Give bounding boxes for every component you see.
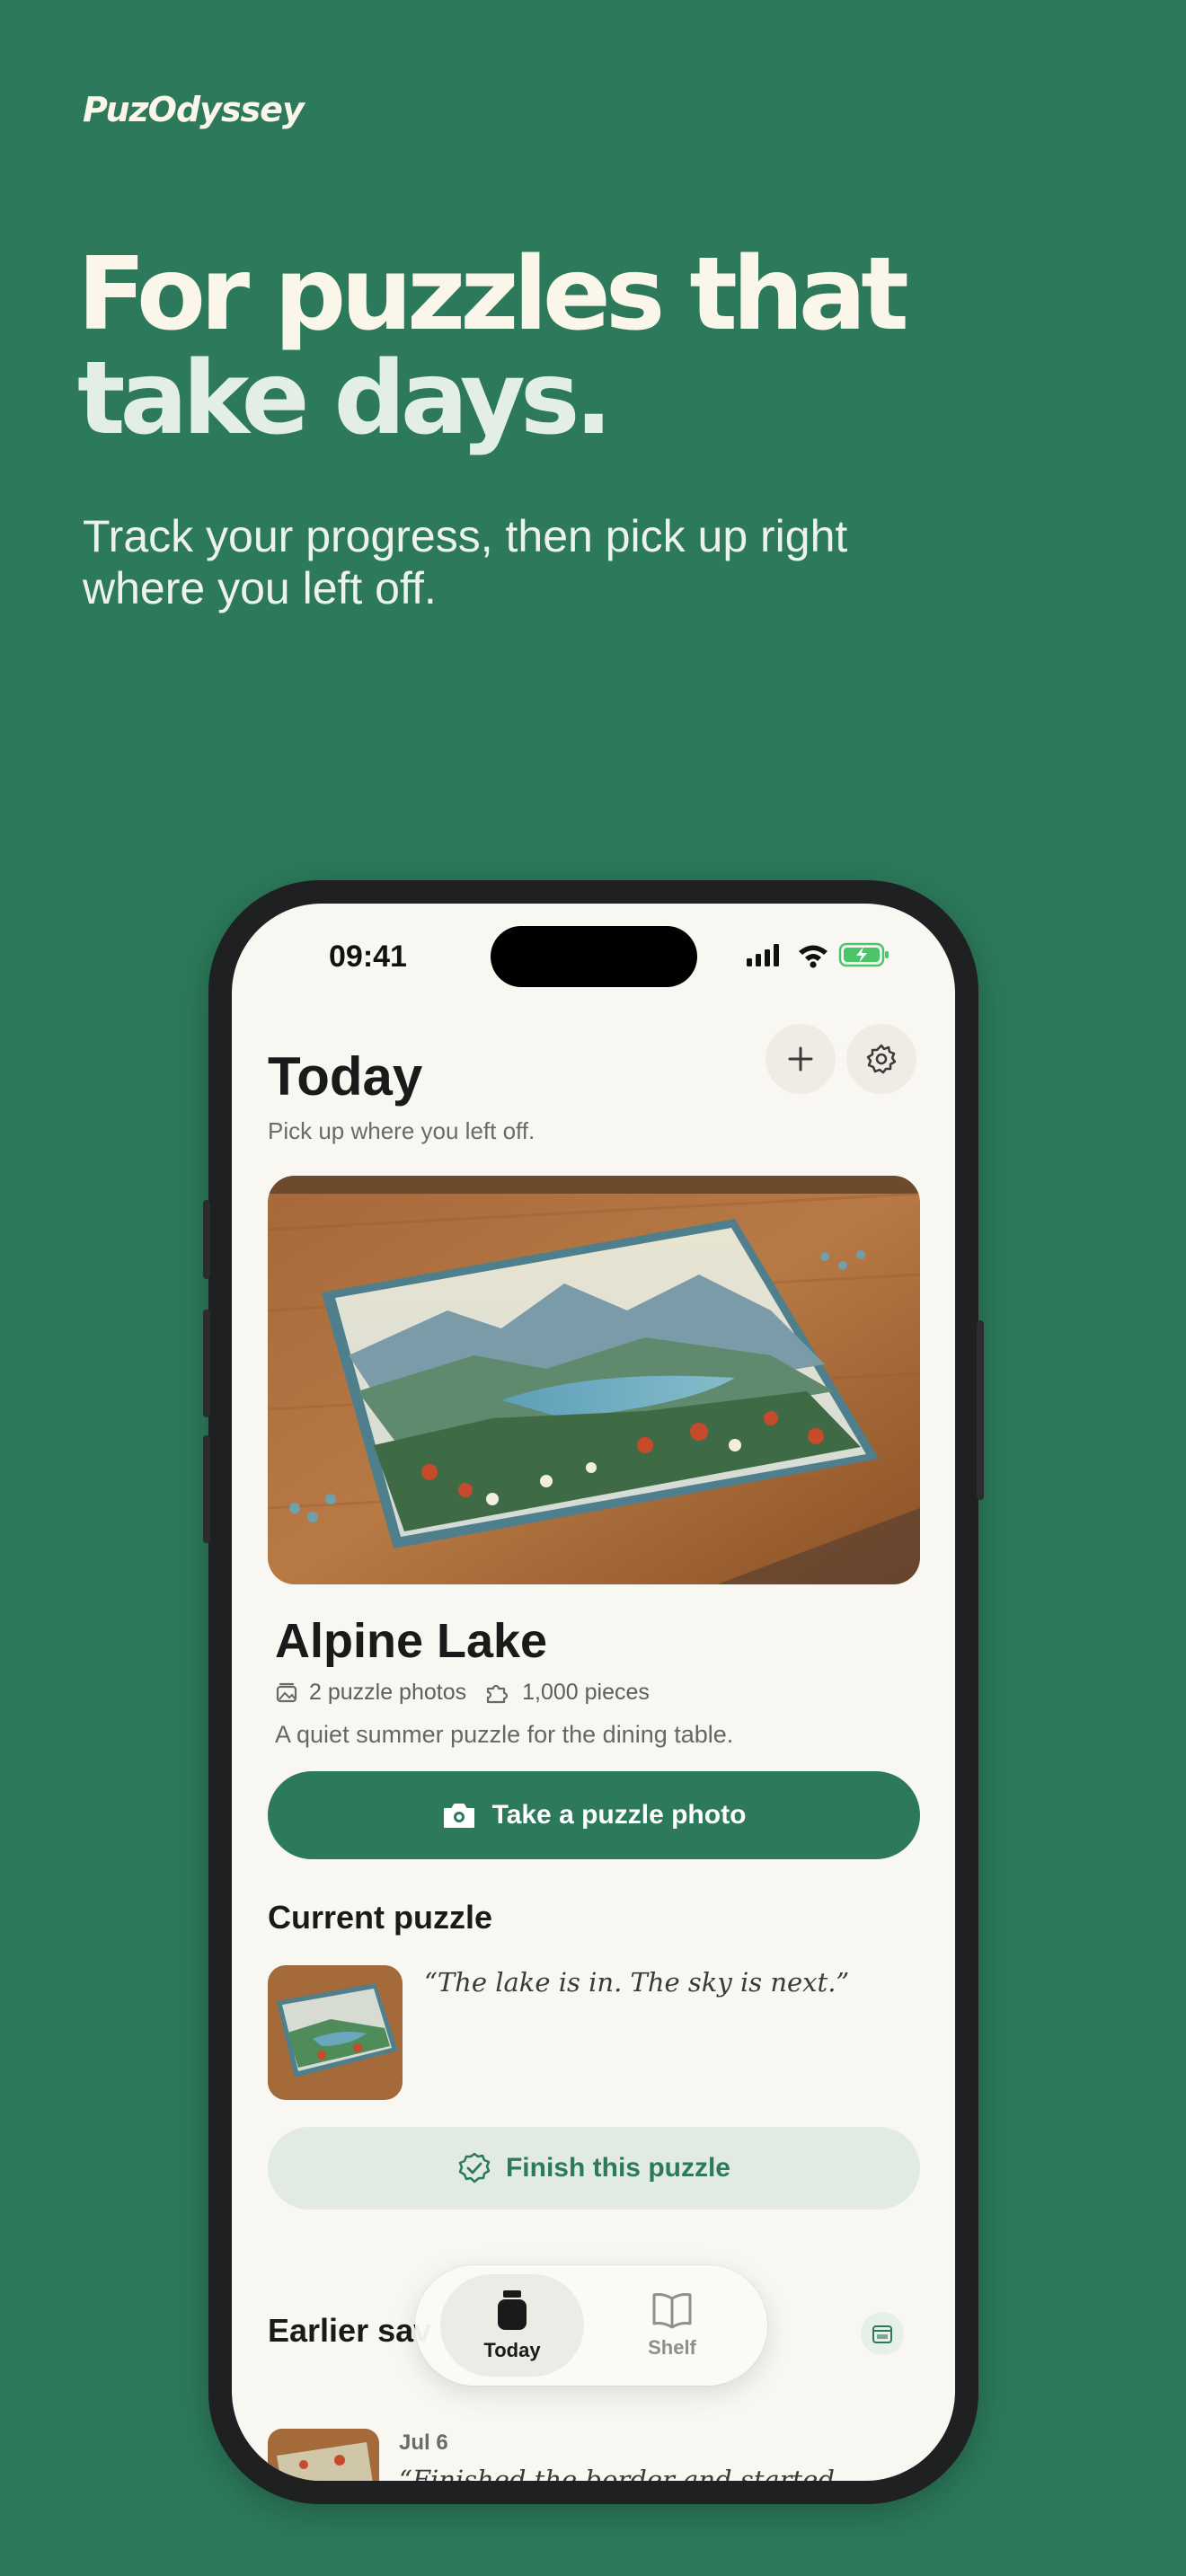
tab-shelf-label: Shelf — [648, 2336, 696, 2359]
headline-line-1: For puzzles that — [77, 236, 909, 353]
check-badge-icon — [458, 2152, 491, 2183]
puzzle-hero-image[interactable] — [268, 1176, 920, 1584]
battery-icon — [838, 942, 889, 967]
signal-icon — [747, 944, 779, 966]
settings-button[interactable] — [846, 1024, 916, 1094]
status-icons — [747, 941, 890, 973]
volume-up-button — [203, 1310, 210, 1417]
power-button — [977, 1320, 984, 1500]
camera-icon — [443, 1804, 474, 1828]
jar-icon — [498, 2290, 527, 2330]
current-puzzle-thumbnail[interactable] — [268, 1965, 403, 2100]
plus-icon — [788, 1046, 813, 1072]
brand-logo: PuzOdyssey — [83, 90, 305, 129]
headline-line-2: take days. — [77, 340, 613, 457]
finish-puzzle-label: Finish this puzzle — [505, 2153, 730, 2183]
current-puzzle-quote: “The lake is in. The sky is next.” — [424, 1967, 850, 1998]
tab-today[interactable]: Today — [440, 2274, 584, 2377]
tab-today-label: Today — [483, 2339, 541, 2361]
calendar-button[interactable] — [861, 2312, 904, 2355]
finish-puzzle-button[interactable]: Finish this puzzle — [268, 2127, 920, 2210]
list-item-thumbnail[interactable] — [268, 2429, 379, 2481]
page-subtitle: Pick up where you left off. — [268, 1117, 535, 1144]
gear-icon — [866, 1044, 897, 1074]
puzzle-description: A quiet summer puzzle for the dining tab… — [275, 1721, 734, 1748]
photos-icon — [275, 1681, 298, 1705]
tab-bar: Today Shelf — [415, 2265, 767, 2386]
marketing-subhead: Track your progress, then pick up right … — [83, 510, 981, 614]
list-item-quote: “Finished the border and started — [399, 2465, 835, 2481]
puzzle-piece-icon — [484, 1681, 511, 1705]
marketing-headline: For puzzles that take days. — [77, 243, 976, 451]
calendar-icon — [872, 2325, 892, 2343]
tab-shelf[interactable]: Shelf — [600, 2274, 744, 2377]
volume-down-button — [203, 1435, 210, 1543]
book-icon — [652, 2293, 692, 2329]
phone-screen: 09:41 Today Pick up where you left off. … — [232, 904, 955, 2481]
subhead-line-1: Track your progress, then pick up right — [83, 511, 848, 561]
take-photo-label: Take a puzzle photo — [491, 1800, 747, 1830]
pieces-count: 1,000 pieces — [522, 1680, 650, 1705]
subhead-line-2: where you left off. — [83, 563, 437, 613]
dynamic-island — [491, 926, 697, 987]
wifi-icon — [799, 945, 828, 968]
puzzle-name: Alpine Lake — [275, 1614, 548, 1668]
page-title: Today — [268, 1046, 423, 1107]
current-puzzle-title: Current puzzle — [268, 1899, 493, 1936]
photos-count: 2 puzzle photos — [309, 1680, 467, 1705]
take-photo-button[interactable]: Take a puzzle photo — [268, 1771, 920, 1859]
list-item-date: Jul 6 — [399, 2430, 448, 2455]
phone-frame: 09:41 Today Pick up where you left off. … — [203, 880, 984, 2504]
add-button[interactable] — [766, 1024, 836, 1094]
earlier-saves-title: Earlier sav — [268, 2312, 432, 2349]
puzzle-meta: 2 puzzle photos 1,000 pieces — [275, 1680, 650, 1706]
action-button — [203, 1200, 210, 1279]
status-time: 09:41 — [329, 940, 407, 974]
